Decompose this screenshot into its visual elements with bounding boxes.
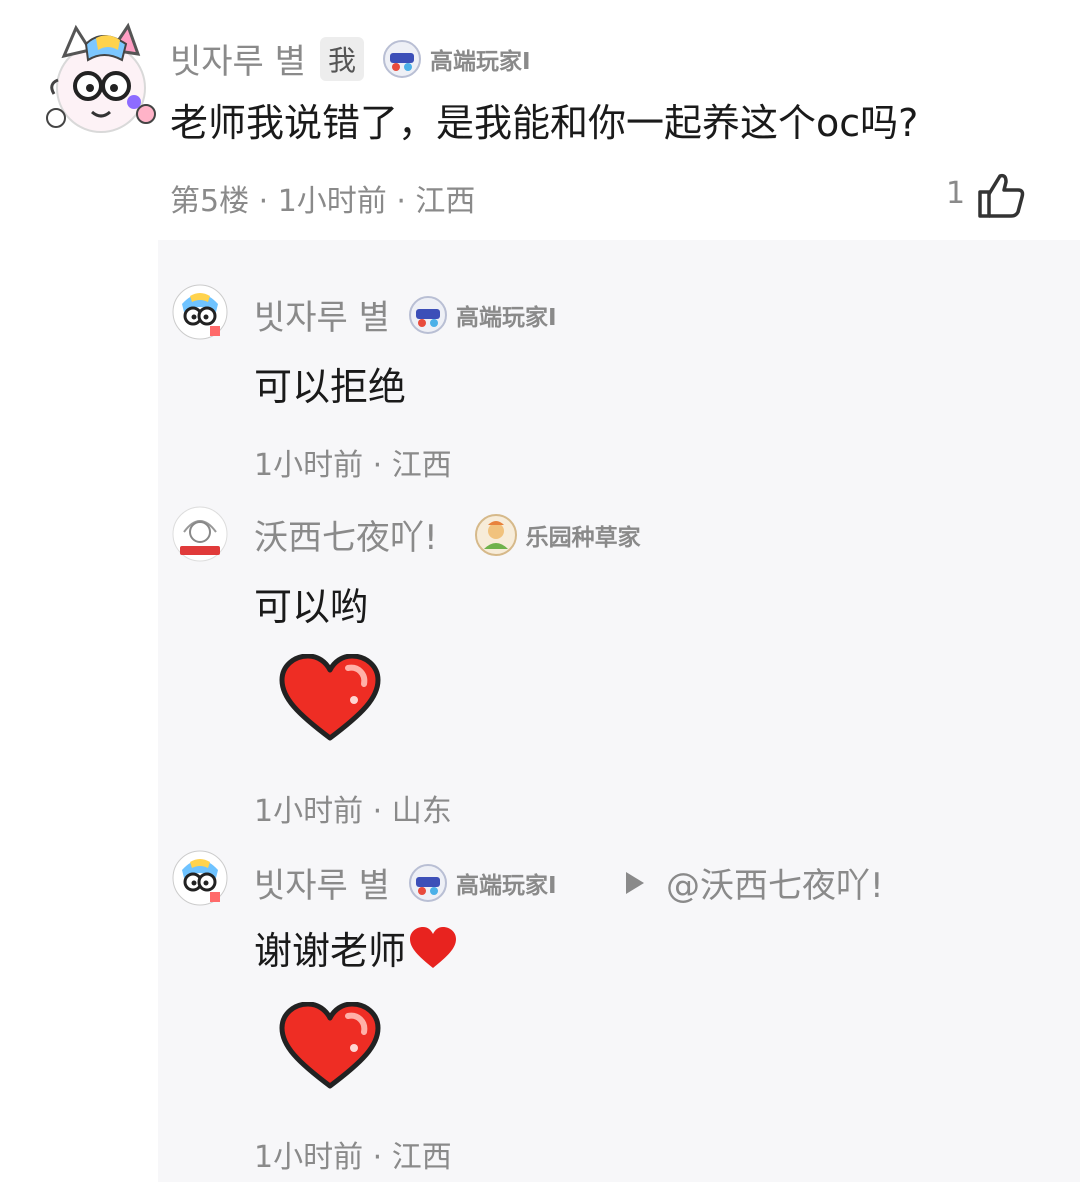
heart-sticker-icon xyxy=(279,1002,381,1089)
reply-header: 빗자루 별 高端玩家Ⅰ xyxy=(254,290,557,339)
reply-text: 可以拒绝 xyxy=(254,365,407,409)
cat-avatar-icon[interactable] xyxy=(42,22,160,140)
level-badge-label: 乐园种草家 xyxy=(525,524,641,551)
username[interactable]: 빗자루 별 xyxy=(254,858,390,907)
level-badge-label: 高端玩家Ⅰ xyxy=(429,48,531,75)
reply-text: 谢谢老师 xyxy=(254,929,407,973)
thumbs-up-icon[interactable] xyxy=(976,172,1026,218)
comment-text: 老师我说错了，是我能和你一起养这个oc吗? xyxy=(170,101,919,145)
reply-meta: 1小时前 · 江西 xyxy=(254,1140,452,1175)
avatar-icon[interactable] xyxy=(172,850,228,906)
username[interactable]: 빗자루 별 xyxy=(170,34,306,83)
username[interactable]: 沃西七夜吖! xyxy=(254,510,438,559)
reply-meta: 1小时前 · 山东 xyxy=(254,794,452,829)
avatar-icon[interactable] xyxy=(172,284,228,340)
reply-header: 沃西七夜吖! 乐园种草家 xyxy=(254,510,641,559)
level-badge-icon xyxy=(382,39,421,78)
reply-header: 빗자루 별 高端玩家Ⅰ xyxy=(254,858,557,907)
heart-emoji-icon xyxy=(410,926,457,968)
heart-sticker-icon xyxy=(279,654,381,741)
reply-meta: 1小时前 · 江西 xyxy=(254,448,452,483)
level-badge-icon xyxy=(408,863,447,902)
mention-link[interactable]: @沃西七夜吖! xyxy=(666,858,884,907)
reply-text-row: 谢谢老师 xyxy=(254,920,458,975)
like-count: 1 xyxy=(946,176,966,211)
me-badge: 我 xyxy=(319,36,364,81)
level-badge-icon xyxy=(408,295,447,334)
username[interactable]: 빗자루 별 xyxy=(254,290,390,339)
reply-text: 可以哟 xyxy=(254,585,369,629)
level-badge-label: 高端玩家Ⅰ xyxy=(455,872,557,899)
reply-arrow-icon xyxy=(626,871,644,894)
level-badge-label: 高端玩家Ⅰ xyxy=(455,304,557,331)
main-comment-header: 빗자루 별 我 高端玩家Ⅰ xyxy=(170,34,531,83)
main-comment: 빗자루 별 我 高端玩家Ⅰ 老师我说错了，是我能和你一起养这个oc吗? 第5楼 … xyxy=(0,0,1080,240)
avatar-icon[interactable] xyxy=(172,506,228,562)
gardener-badge-icon xyxy=(474,513,517,556)
comment-meta: 第5楼 · 1小时前 · 江西 xyxy=(170,184,476,219)
reply-target[interactable]: @沃西七夜吖! xyxy=(626,858,884,907)
